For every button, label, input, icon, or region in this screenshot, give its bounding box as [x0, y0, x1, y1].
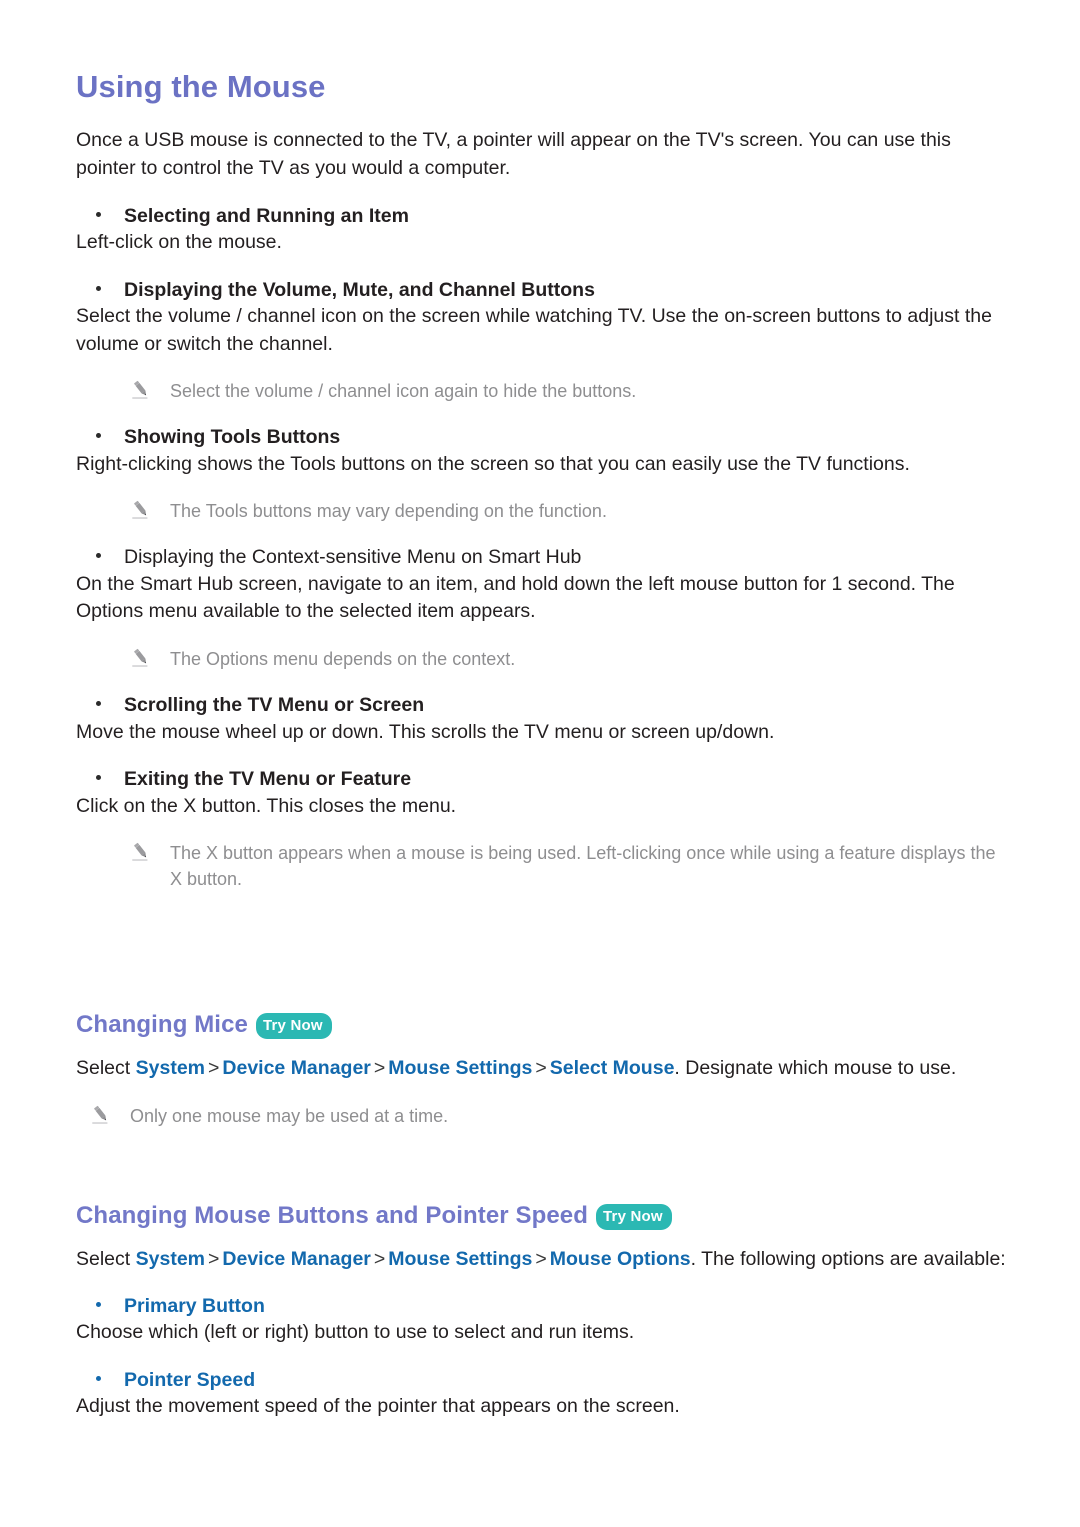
note-text: Select the volume / channel icon again t…: [170, 381, 637, 402]
bullet-icon: [96, 775, 101, 781]
path-suffix: . The following options are available:: [690, 1247, 1006, 1270]
path-prefix: Select: [76, 1057, 136, 1080]
menu-path-item[interactable]: Device Manager: [222, 1248, 371, 1270]
bullet-icon: [96, 1376, 101, 1382]
pencil-icon: [130, 841, 152, 863]
changing-buttons-path: Select System > Device Manager > Mouse Setti…: [76, 1245, 1006, 1273]
list-item-description: Select the volume / channel icon on the …: [76, 304, 992, 355]
menu-path-item[interactable]: Mouse Options: [550, 1248, 691, 1270]
note-block: Select the volume / channel icon again t…: [124, 378, 1008, 404]
path-separator-icon: >: [373, 1247, 386, 1270]
list-item-label: Exiting the TV Menu or Feature: [124, 768, 412, 791]
path-separator-icon: >: [208, 1057, 220, 1080]
path-prefix: Select: [76, 1247, 136, 1270]
path-separator-icon: >: [208, 1247, 220, 1270]
option-label[interactable]: Primary Button: [124, 1293, 1008, 1319]
option-description: Choose which (left or right) button to u…: [76, 1321, 635, 1344]
try-now-badge[interactable]: Try Now: [596, 1203, 672, 1230]
list-item-description: Click on the X button. This closes the m…: [76, 794, 457, 817]
document-page: Using the Mouse Once a USB mouse is conn…: [0, 0, 1080, 1527]
list-item: Primary Button: [76, 1293, 1008, 1319]
list-item-label: Showing Tools Buttons: [124, 426, 341, 449]
path-suffix: . Designate which mouse to use.: [674, 1057, 957, 1080]
changing-mice-path: Select System > Device Manager > Mouse Setti…: [76, 1054, 1006, 1082]
intro-paragraph: Once a USB mouse is connected to the TV,…: [76, 129, 951, 179]
pencil-icon: [130, 647, 152, 669]
path-separator-icon: >: [535, 1247, 547, 1270]
bullet-icon: [96, 433, 101, 439]
list-item-description: On the Smart Hub screen, navigate to an …: [76, 572, 955, 623]
bullet-icon: [96, 1302, 101, 1308]
try-now-badge[interactable]: Try Now: [255, 1013, 332, 1040]
list-item: Scrolling the TV Menu or Screen: [76, 692, 1008, 718]
menu-path-item[interactable]: Mouse Settings: [388, 1248, 532, 1270]
bullet-icon: [96, 211, 101, 217]
note-block: The X button appears when a mouse is bei…: [124, 840, 1008, 892]
note-text: The X button appears when a mouse is bei…: [170, 843, 996, 890]
page-title: Using the Mouse: [76, 69, 326, 104]
mouse-options-list: Primary Button Choose which (left or righ…: [76, 1293, 1008, 1421]
menu-path-item[interactable]: Mouse Settings: [388, 1057, 532, 1079]
list-item: Selecting and Running an Item: [76, 203, 1008, 229]
changing-mice-note: Only one mouse may be used at a time.: [84, 1103, 1008, 1129]
menu-path-item[interactable]: Select Mouse: [550, 1057, 675, 1079]
path-separator-icon: >: [373, 1057, 386, 1080]
note-text: The Tools buttons may vary depending on …: [170, 501, 607, 522]
list-item: Displaying the Volume, Mute, and Channel…: [76, 277, 1008, 303]
bullet-icon: [96, 701, 101, 707]
menu-path-item[interactable]: System: [136, 1248, 205, 1270]
note-text: Only one mouse may be used at a time.: [130, 1105, 449, 1126]
note-block: The Tools buttons may vary depending on …: [124, 498, 1008, 524]
changing-mice-heading: Changing Mice Try Now: [76, 1010, 1008, 1040]
list-item-description: Right-clicking shows the Tools buttons o…: [76, 452, 910, 475]
note-block: The Options menu depends on the context.: [124, 646, 1008, 672]
note-text: The Options menu depends on the context.: [170, 649, 516, 670]
list-item: Pointer Speed: [76, 1367, 1008, 1393]
list-item-label: Displaying the Volume, Mute, and Channel…: [124, 278, 595, 301]
list-item-label: Scrolling the TV Menu or Screen: [124, 694, 425, 717]
pencil-icon: [130, 499, 152, 521]
mouse-usage-list: Selecting and Running an Item Left-click …: [76, 203, 1008, 893]
bullet-icon: [96, 285, 101, 291]
bullet-icon: [96, 553, 101, 559]
menu-path-item[interactable]: Device Manager: [222, 1057, 371, 1079]
pencil-icon: [90, 1104, 112, 1126]
list-item-label: Displaying the Context-sensitive Menu on…: [124, 546, 582, 569]
changing-buttons-heading: Changing Mouse Buttons and Pointer Speed…: [76, 1201, 1008, 1231]
menu-path-item[interactable]: System: [136, 1057, 205, 1079]
pencil-icon: [130, 379, 152, 401]
option-description: Adjust the movement speed of the pointer…: [76, 1395, 680, 1418]
section-changing-mouse-buttons: Changing Mouse Buttons and Pointer Speed…: [76, 1201, 1008, 1421]
section-changing-mice: Changing Mice Try Now Select System > Devi…: [76, 1010, 1008, 1128]
list-item: Displaying the Context-sensitive Menu on…: [76, 544, 1008, 570]
list-item-label: Selecting and Running an Item: [124, 204, 409, 227]
list-item: Showing Tools Buttons: [76, 424, 1008, 450]
option-label[interactable]: Pointer Speed: [124, 1367, 1008, 1393]
path-separator-icon: >: [535, 1057, 547, 1080]
list-item-description: Left-click on the mouse.: [76, 230, 282, 253]
list-item: Exiting the TV Menu or Feature: [76, 766, 1008, 792]
list-item-description: Move the mouse wheel up or down. This sc…: [76, 720, 775, 743]
changing-mice-heading-text: Changing Mice: [76, 1011, 248, 1039]
changing-buttons-heading-text: Changing Mouse Buttons and Pointer Speed: [76, 1201, 589, 1229]
